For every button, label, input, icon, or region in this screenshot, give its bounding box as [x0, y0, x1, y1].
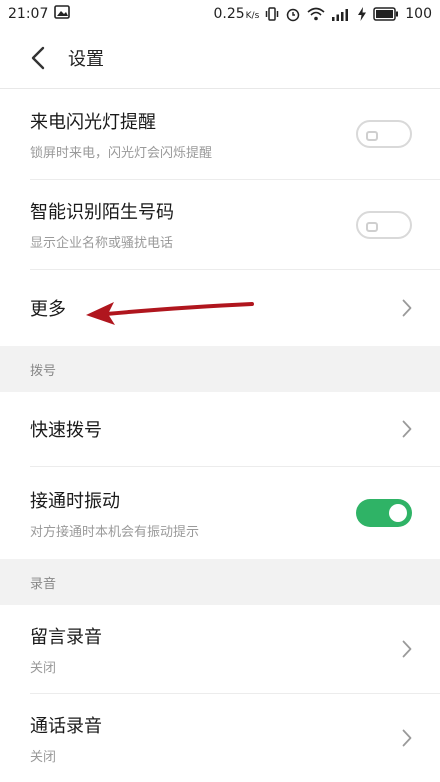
setting-subtitle: 关闭 — [30, 749, 57, 765]
setting-call-recording[interactable]: 通话录音 关闭 — [0, 694, 440, 782]
chevron-right-icon — [402, 640, 412, 658]
vibrate-icon — [265, 6, 279, 22]
setting-subtitle: 显示企业名称或骚扰电话 — [30, 236, 174, 251]
back-arrow-icon — [31, 46, 45, 70]
setting-title: 智能识别陌生号码 — [30, 202, 174, 223]
setting-vibrate-on-connect[interactable]: 接通时振动 对方接通时本机会有振动提示 — [0, 467, 440, 559]
page-title: 设置 — [68, 49, 104, 70]
status-bar: 21:07 0.25K/s 100 — [0, 0, 440, 28]
setting-title: 留言录音 — [30, 626, 102, 648]
setting-quick-dial[interactable]: 快速拨号 — [0, 392, 440, 466]
identify-numbers-toggle[interactable] — [356, 210, 412, 239]
section-header-dial: 拨号 — [0, 346, 440, 392]
network-speed: 0.25K/s — [213, 6, 259, 22]
section-header-record: 录音 — [0, 559, 440, 605]
speed-value: 0.25 — [213, 6, 245, 22]
setting-title: 快速拨号 — [30, 420, 102, 441]
charging-icon — [357, 7, 367, 21]
wifi-icon — [307, 7, 325, 21]
chevron-right-icon — [402, 729, 412, 747]
speed-unit: K/s — [245, 11, 260, 21]
setting-flash-reminder[interactable]: 来电闪光灯提醒 锁屏时来电，闪光灯会闪烁提醒 — [0, 89, 440, 179]
toggle-knob — [389, 504, 407, 522]
annotation-arrow-icon — [86, 302, 254, 325]
toggle-knob — [366, 131, 378, 141]
setting-subtitle: 对方接通时本机会有振动提示 — [30, 524, 200, 540]
signal-icon — [331, 7, 351, 21]
setting-identify-numbers[interactable]: 智能识别陌生号码 显示企业名称或骚扰电话 — [0, 180, 440, 269]
vibrate-on-connect-toggle[interactable] — [356, 499, 412, 527]
app-header: 设置 — [0, 28, 440, 88]
image-notification-icon — [54, 5, 71, 23]
flash-reminder-toggle[interactable] — [356, 120, 412, 148]
battery-level: 100 — [405, 6, 432, 22]
battery-icon — [373, 7, 399, 21]
alarm-icon — [285, 6, 301, 22]
setting-title: 更多 — [30, 299, 66, 320]
setting-subtitle: 关闭 — [30, 660, 57, 676]
chevron-right-icon — [402, 420, 412, 438]
chevron-right-icon — [402, 299, 412, 317]
setting-title: 通话录音 — [30, 715, 102, 737]
setting-title: 来电闪光灯提醒 — [30, 111, 156, 133]
status-time: 21:07 — [8, 6, 49, 22]
setting-title: 接通时振动 — [30, 490, 120, 512]
toggle-knob — [366, 221, 378, 232]
back-button[interactable] — [18, 38, 58, 78]
setting-subtitle: 锁屏时来电，闪光灯会闪烁提醒 — [30, 145, 213, 161]
setting-voicemail-recording[interactable]: 留言录音 关闭 — [0, 605, 440, 693]
